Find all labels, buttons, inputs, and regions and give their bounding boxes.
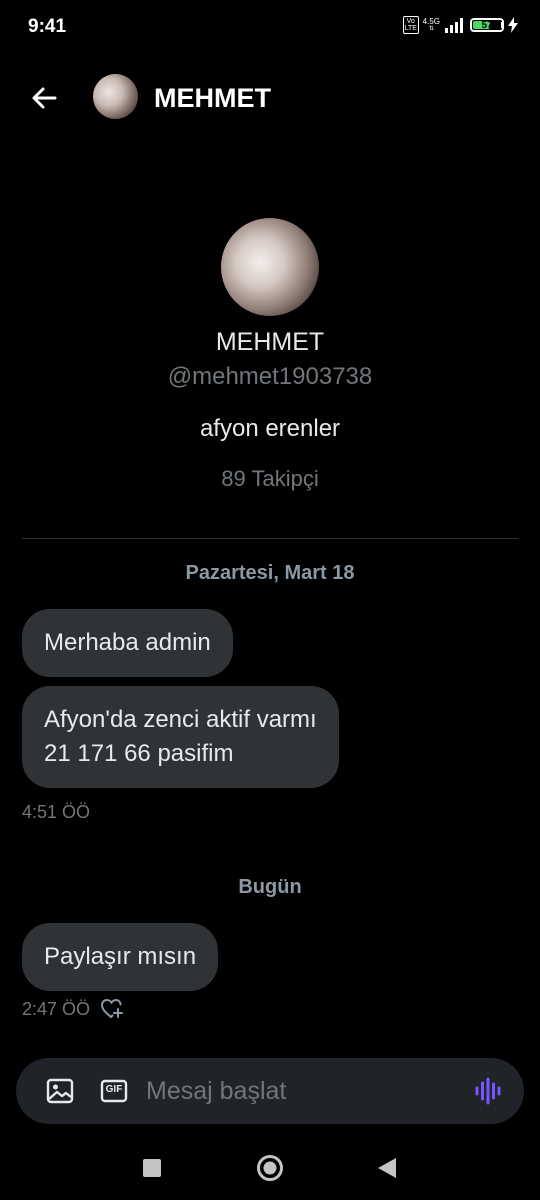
status-time: 9:41: [28, 16, 67, 37]
back-nav-button[interactable]: [376, 1156, 398, 1185]
network-indicator: 4.5G ⇅: [422, 17, 440, 33]
signal-icon: [445, 18, 463, 33]
timestamp-text: 4:51 ÖÖ: [22, 802, 91, 822]
battery-icon: 57: [470, 18, 504, 32]
heart-plus-icon[interactable]: [100, 998, 124, 1020]
message-timestamp: 2:47 ÖÖ: [22, 998, 124, 1020]
profile-name: MEHMET: [215, 328, 325, 356]
message-bubble[interactable]: Paylaşır mısın: [22, 923, 219, 991]
header-avatar[interactable]: [93, 74, 138, 119]
back-button[interactable]: [26, 80, 62, 116]
message-input[interactable]: [146, 1073, 456, 1109]
recents-button[interactable]: [142, 1158, 162, 1183]
conversation-header: MEHMET: [0, 70, 540, 126]
image-button[interactable]: [44, 1075, 76, 1107]
voice-button[interactable]: [472, 1075, 504, 1107]
image-icon: [46, 1078, 74, 1104]
recents-icon: [143, 1159, 161, 1177]
profile-followers[interactable]: 89 Takipçi: [0, 466, 540, 492]
battery-level: 57: [481, 19, 493, 31]
profile-handle: @mehmet1903738: [167, 363, 373, 390]
voice-icon: [475, 1077, 501, 1105]
home-icon: [257, 1155, 283, 1181]
home-button[interactable]: [256, 1154, 284, 1187]
charging-icon: [508, 17, 518, 33]
profile-avatar[interactable]: [221, 218, 319, 316]
message-bubble[interactable]: Merhaba admin: [22, 609, 233, 677]
message-text: 21 171 66 pasifim: [44, 740, 234, 767]
message-timestamp: 4:51 ÖÖ: [22, 802, 90, 823]
back-icon: [378, 1158, 396, 1178]
divider: [22, 538, 518, 539]
message-bubble[interactable]: Afyon'da zenci aktif varmı 21 171 66 pas…: [22, 686, 339, 788]
volte-icon: Vo LTE: [402, 16, 419, 34]
system-nav-bar: [0, 1140, 540, 1200]
message-text: Afyon'da zenci aktif varmı: [44, 706, 317, 733]
message-text: Paylaşır mısın: [44, 943, 197, 970]
message-text: Merhaba admin: [44, 629, 211, 656]
message-composer: GIF: [16, 1058, 524, 1124]
gif-button[interactable]: GIF: [98, 1075, 130, 1107]
gif-label: GIF: [105, 1084, 123, 1095]
back-arrow-icon: [32, 87, 57, 109]
date-separator: Bugün: [238, 876, 302, 898]
profile-bio: afyon erenler: [199, 415, 341, 442]
status-icons: Vo LTE 4.5G ⇅ 57: [402, 16, 518, 34]
date-separator: Pazartesi, Mart 18: [185, 562, 355, 584]
status-bar: 9:41 Vo LTE 4.5G ⇅ 57: [0, 0, 540, 56]
header-name[interactable]: MEHMET: [154, 83, 271, 114]
timestamp-text: 2:47 ÖÖ: [22, 998, 91, 1019]
network-label: 4.5G: [422, 17, 440, 26]
profile-card[interactable]: MEHMET @mehmet1903738 afyon erenler 89 T…: [0, 218, 540, 492]
